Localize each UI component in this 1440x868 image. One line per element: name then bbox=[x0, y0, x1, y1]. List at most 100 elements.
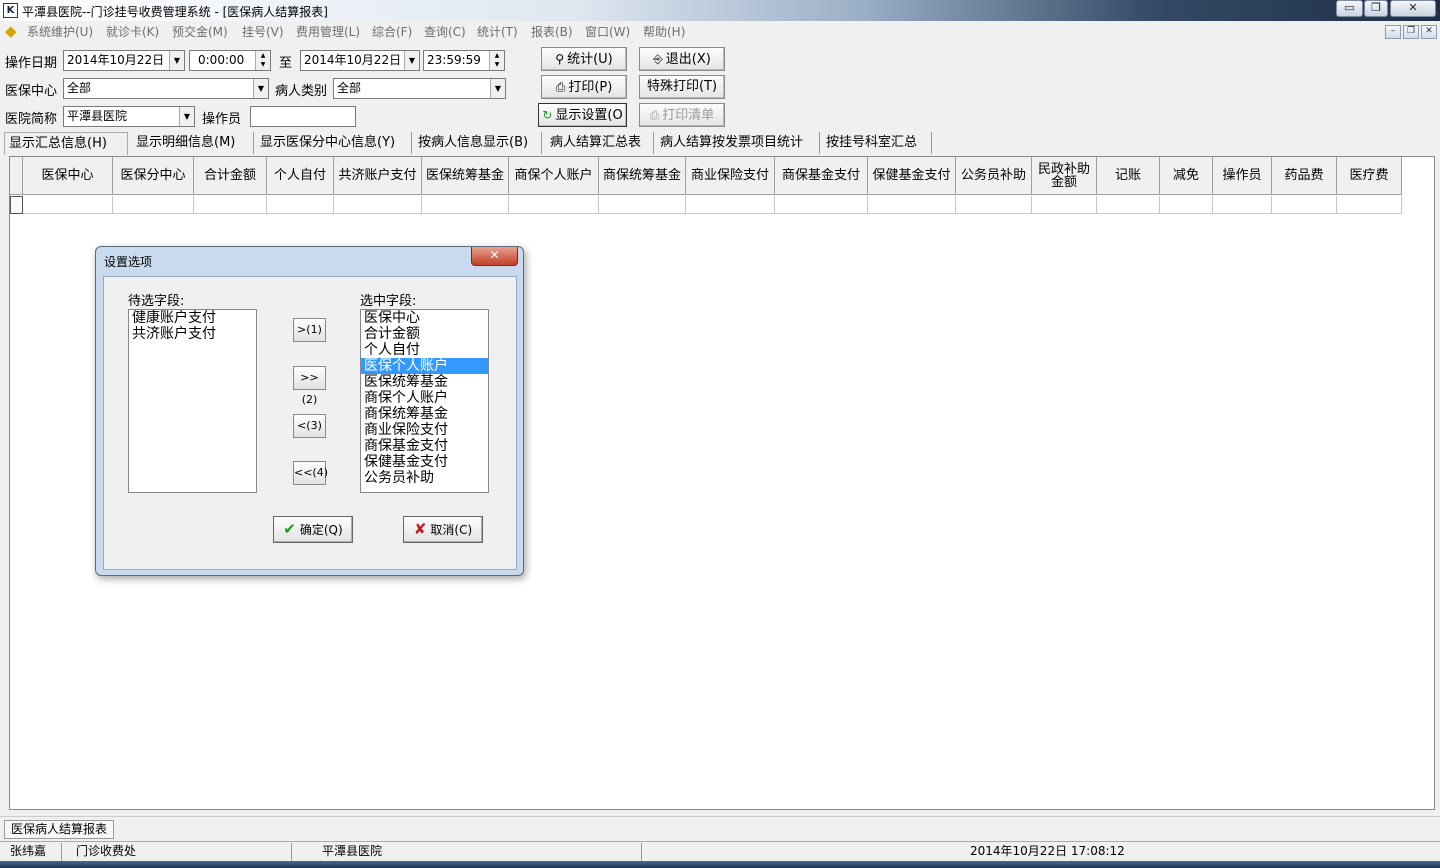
move-right-button[interactable]: >(1) bbox=[293, 318, 326, 342]
menu-statistics[interactable]: 统计(T) bbox=[477, 23, 518, 40]
list-item[interactable]: 商保基金支付 bbox=[361, 438, 488, 454]
menu-registration[interactable]: 挂号(V) bbox=[242, 23, 284, 40]
table-row[interactable] bbox=[10, 196, 1402, 214]
column-header[interactable]: 商保个人账户 bbox=[509, 157, 599, 195]
column-header[interactable]: 医保中心 bbox=[23, 157, 113, 195]
table-cell[interactable] bbox=[956, 196, 1032, 214]
tab-invoice-item-stats[interactable]: 病人结算按发票项目统计 bbox=[656, 132, 820, 154]
list-item[interactable]: 商业保险支付 bbox=[361, 422, 488, 438]
mdi-minimize-button[interactable]: – bbox=[1385, 25, 1401, 39]
table-cell[interactable] bbox=[1032, 196, 1097, 214]
table-cell[interactable] bbox=[686, 196, 775, 214]
table-cell[interactable] bbox=[868, 196, 956, 214]
menu-reports[interactable]: 报表(B) bbox=[531, 23, 573, 40]
list-item[interactable]: 医保中心 bbox=[361, 310, 488, 326]
chevron-down-icon[interactable]: ▼ bbox=[179, 107, 194, 126]
table-cell[interactable] bbox=[267, 196, 334, 214]
chevron-down-icon[interactable]: ▼ bbox=[169, 51, 184, 70]
list-item[interactable]: 公务员补助 bbox=[361, 470, 488, 486]
column-header[interactable]: 减免 bbox=[1160, 157, 1213, 195]
column-header[interactable]: 药品费 bbox=[1272, 157, 1337, 195]
menu-prepayment[interactable]: 预交金(M) bbox=[172, 23, 228, 40]
table-cell[interactable] bbox=[509, 196, 599, 214]
mdi-tab-report[interactable]: 医保病人结算报表 bbox=[4, 820, 115, 839]
menu-visit-card[interactable]: 就诊卡(K) bbox=[106, 23, 159, 40]
table-cell[interactable] bbox=[1272, 196, 1337, 214]
spin-arrows-icon[interactable]: ▲ ▼ bbox=[255, 51, 270, 70]
list-item[interactable]: 健康账户支付 bbox=[129, 310, 256, 326]
row-indicator[interactable] bbox=[10, 196, 23, 214]
ok-button[interactable]: ✔ 确定(Q) bbox=[273, 516, 353, 543]
menu-fee-management[interactable]: 费用管理(L) bbox=[296, 23, 360, 40]
column-header[interactable]: 民政补助金额 bbox=[1032, 157, 1097, 195]
tab-subcenter[interactable]: 显示医保分中心信息(Y) bbox=[256, 132, 412, 154]
print-list-button[interactable]: ⎙ 打印清单 bbox=[639, 103, 725, 127]
end-time-spinner[interactable]: 23:59:59 ▲ ▼ bbox=[423, 50, 505, 71]
hospital-select[interactable]: 平潭县医院 ▼ bbox=[63, 106, 195, 127]
special-print-button[interactable]: 特殊打印(T) bbox=[639, 75, 725, 99]
spin-arrows-icon[interactable]: ▲ ▼ bbox=[489, 51, 504, 70]
chevron-down-icon[interactable]: ▼ bbox=[404, 51, 419, 70]
mdi-restore-button[interactable]: ❐ bbox=[1403, 25, 1419, 39]
table-cell[interactable] bbox=[23, 196, 113, 214]
table-cell[interactable] bbox=[599, 196, 686, 214]
list-item[interactable]: 商保统筹基金 bbox=[361, 406, 488, 422]
window-minimize-button[interactable]: ▭ bbox=[1336, 0, 1363, 17]
start-time-spinner[interactable]: 0:00:00 ▲ ▼ bbox=[189, 50, 271, 71]
table-cell[interactable] bbox=[1213, 196, 1272, 214]
table-cell[interactable] bbox=[775, 196, 868, 214]
column-header[interactable]: 商保统筹基金 bbox=[599, 157, 686, 195]
column-header[interactable]: 记账 bbox=[1097, 157, 1160, 195]
table-cell[interactable] bbox=[1160, 196, 1213, 214]
column-header[interactable]: 医保分中心 bbox=[113, 157, 194, 195]
tab-detail[interactable]: 显示明细信息(M) bbox=[132, 132, 254, 154]
menu-query[interactable]: 查询(C) bbox=[424, 23, 466, 40]
menu-help[interactable]: 帮助(H) bbox=[643, 23, 685, 40]
tab-patient-settlement-summary[interactable]: 病人结算汇总表 bbox=[546, 132, 654, 154]
chevron-down-icon[interactable]: ▼ bbox=[253, 79, 268, 98]
column-header[interactable]: 个人自付 bbox=[267, 157, 334, 195]
tab-by-patient[interactable]: 按病人信息显示(B) bbox=[414, 132, 542, 154]
chevron-down-icon[interactable]: ▼ bbox=[490, 79, 505, 98]
column-header[interactable]: 医疗费 bbox=[1337, 157, 1402, 195]
list-item[interactable]: 个人自付 bbox=[361, 342, 488, 358]
tab-summary[interactable]: 显示汇总信息(H) bbox=[4, 132, 128, 155]
column-header[interactable]: 保健基金支付 bbox=[868, 157, 956, 195]
column-header[interactable]: 医保统筹基金 bbox=[422, 157, 509, 195]
menu-system-maintenance[interactable]: 系统维护(U) bbox=[27, 23, 93, 40]
menu-window[interactable]: 窗口(W) bbox=[585, 23, 630, 40]
list-item[interactable]: 医保统筹基金 bbox=[361, 374, 488, 390]
cancel-button[interactable]: ✘ 取消(C) bbox=[403, 516, 483, 543]
menu-comprehensive[interactable]: 综合(F) bbox=[372, 23, 412, 40]
dialog-close-button[interactable]: ✕ bbox=[471, 247, 518, 266]
exit-button[interactable]: ⎆ 退出(X) bbox=[639, 47, 725, 71]
table-cell[interactable] bbox=[113, 196, 194, 214]
patient-type-select[interactable]: 全部 ▼ bbox=[333, 78, 506, 99]
list-item-selected[interactable]: 医保个人账户 bbox=[361, 358, 488, 374]
end-date-picker[interactable]: 2014年10月22日 ▼ bbox=[300, 50, 420, 71]
column-header[interactable]: 商业保险支付 bbox=[686, 157, 775, 195]
move-left-button[interactable]: <(3) bbox=[293, 414, 326, 438]
list-item[interactable]: 共济账户支付 bbox=[129, 326, 256, 342]
operator-input[interactable] bbox=[250, 106, 356, 127]
table-cell[interactable] bbox=[194, 196, 267, 214]
window-restore-button[interactable]: ❐ bbox=[1364, 0, 1388, 17]
column-header[interactable]: 操作员 bbox=[1213, 157, 1272, 195]
move-all-left-button[interactable]: <<(4) bbox=[293, 461, 328, 485]
start-date-picker[interactable]: 2014年10月22日 ▼ bbox=[63, 50, 185, 71]
center-select[interactable]: 全部 ▼ bbox=[63, 78, 269, 99]
table-cell[interactable] bbox=[334, 196, 422, 214]
display-settings-button[interactable]: ↻ 显示设置(O bbox=[538, 103, 627, 127]
list-item[interactable]: 商保个人账户 bbox=[361, 390, 488, 406]
window-close-button[interactable]: ✕ bbox=[1390, 0, 1436, 17]
column-header[interactable]: 合计金额 bbox=[194, 157, 267, 195]
tab-by-registration-dept[interactable]: 按挂号科室汇总 bbox=[822, 132, 932, 154]
move-all-right-button[interactable]: >>(2) bbox=[293, 366, 326, 406]
column-header[interactable]: 共济账户支付 bbox=[334, 157, 422, 195]
print-button[interactable]: ⎙ 打印(P) bbox=[541, 75, 627, 99]
list-item[interactable]: 保健基金支付 bbox=[361, 454, 488, 470]
column-header[interactable]: 公务员补助 bbox=[956, 157, 1032, 195]
selected-fields-list[interactable]: 医保中心 合计金额 个人自付 医保个人账户 医保统筹基金 商保个人账户 商保统筹… bbox=[360, 309, 489, 493]
mdi-close-button[interactable]: ✕ bbox=[1421, 25, 1437, 39]
available-fields-list[interactable]: 健康账户支付 共济账户支付 bbox=[128, 309, 257, 493]
